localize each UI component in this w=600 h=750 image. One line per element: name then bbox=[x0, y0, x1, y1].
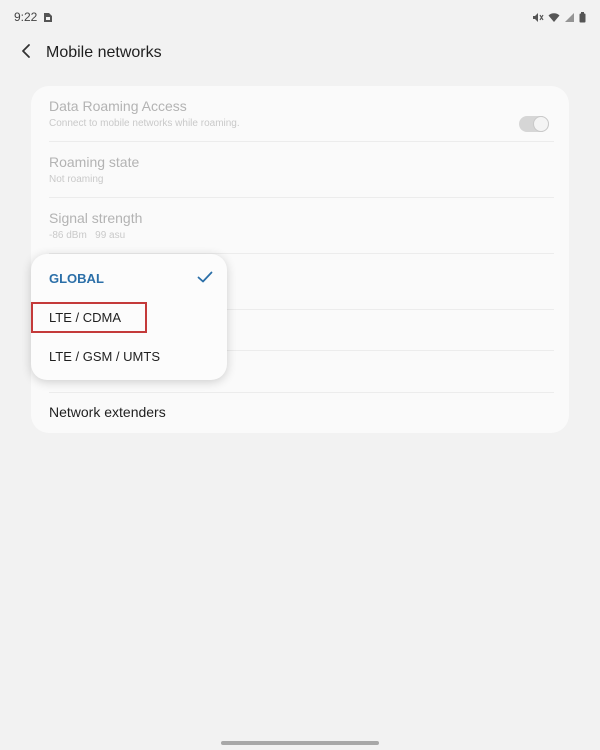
data-roaming-row[interactable]: Data Roaming Access Connect to mobile ne… bbox=[31, 98, 569, 142]
option-label: GLOBAL bbox=[49, 270, 104, 286]
roaming-state-row[interactable]: Roaming state Not roaming bbox=[31, 154, 569, 198]
data-roaming-title: Data Roaming Access bbox=[49, 98, 187, 114]
divider bbox=[49, 392, 554, 393]
status-bar: 9:22 bbox=[0, 0, 600, 34]
back-button[interactable] bbox=[6, 34, 46, 72]
option-label: LTE / GSM / UMTS bbox=[49, 348, 160, 364]
network-option-lte-gsm-umts[interactable]: LTE / GSM / UMTS bbox=[31, 337, 227, 375]
sim-card-icon bbox=[43, 12, 53, 23]
network-option-lte-cdma[interactable]: LTE / CDMA bbox=[31, 298, 227, 336]
network-extenders-row[interactable]: Network extenders bbox=[31, 404, 569, 428]
home-indicator[interactable] bbox=[221, 741, 379, 745]
toggle-knob bbox=[533, 116, 549, 132]
roaming-state-title: Roaming state bbox=[49, 154, 140, 170]
status-right bbox=[532, 11, 586, 23]
status-time: 9:22 bbox=[14, 10, 38, 24]
option-label: LTE / CDMA bbox=[49, 309, 121, 325]
signal-strength-subtitle: -86 dBm 99 asu bbox=[49, 230, 126, 241]
data-roaming-subtitle: Connect to mobile networks while roaming… bbox=[49, 118, 240, 129]
app-bar: Mobile networks bbox=[0, 34, 600, 72]
roaming-state-subtitle: Not roaming bbox=[49, 174, 104, 185]
data-roaming-toggle[interactable] bbox=[519, 116, 549, 132]
battery-icon bbox=[579, 11, 586, 23]
page-title: Mobile networks bbox=[46, 44, 162, 61]
divider bbox=[49, 141, 554, 142]
signal-strength-row[interactable]: Signal strength -86 dBm 99 asu bbox=[31, 210, 569, 254]
vibrate-mute-icon bbox=[532, 12, 544, 23]
arrow-left-icon bbox=[20, 43, 32, 64]
network-option-global[interactable]: GLOBAL bbox=[31, 259, 227, 297]
network-mode-popup: GLOBAL LTE / CDMA LTE / GSM / UMTS bbox=[31, 254, 227, 380]
checkmark-icon bbox=[197, 271, 213, 286]
status-left: 9:22 bbox=[14, 10, 53, 24]
cell-signal-icon bbox=[564, 12, 575, 23]
divider bbox=[49, 197, 554, 198]
screen: 9:22 Mobile networks Data Roaming Access… bbox=[0, 0, 600, 750]
network-extenders-title: Network extenders bbox=[49, 404, 166, 420]
wifi-icon bbox=[548, 12, 560, 23]
signal-strength-title: Signal strength bbox=[49, 210, 143, 226]
